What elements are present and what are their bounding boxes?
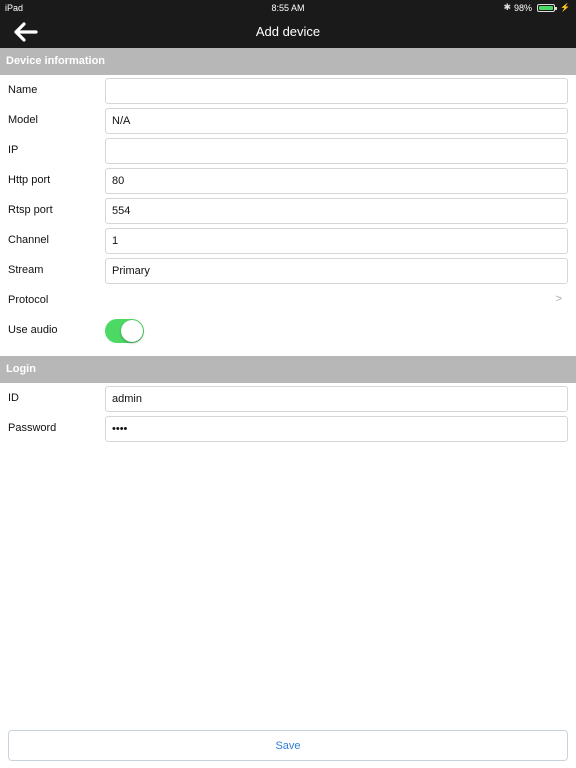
- charging-icon: ⚡: [560, 3, 570, 12]
- battery-icon: [537, 3, 558, 12]
- page-title: Add device: [255, 24, 321, 39]
- section-header-device-information: Device information: [0, 48, 576, 75]
- rtsp-port-field[interactable]: [105, 198, 568, 224]
- channel-label: Channel: [8, 234, 49, 246]
- id-field[interactable]: [105, 386, 568, 412]
- battery-fill: [539, 5, 553, 10]
- stream-label: Stream: [8, 264, 44, 276]
- ip-row: IP: [0, 136, 576, 166]
- status-time: 8:55 AM: [271, 3, 305, 13]
- use-audio-label: Use audio: [8, 324, 58, 336]
- stream-field[interactable]: [105, 258, 568, 284]
- use-audio-toggle[interactable]: [105, 319, 144, 343]
- password-field[interactable]: [105, 416, 568, 442]
- password-row: Password: [0, 414, 576, 444]
- ip-field[interactable]: [105, 138, 568, 164]
- id-label: ID: [8, 392, 19, 404]
- http-port-field[interactable]: [105, 168, 568, 194]
- name-field[interactable]: [105, 78, 568, 104]
- channel-field[interactable]: [105, 228, 568, 254]
- use-audio-row: Use audio: [0, 316, 576, 346]
- id-row: ID: [0, 384, 576, 414]
- rtsp-port-label: Rtsp port: [8, 204, 53, 216]
- chevron-right-icon: >: [555, 293, 562, 305]
- model-label: Model: [8, 114, 38, 126]
- status-bar: iPad 8:55 AM ✱ 98% ⚡: [0, 0, 576, 16]
- protocol-row[interactable]: Protocol >: [0, 286, 576, 316]
- name-label: Name: [8, 84, 38, 96]
- channel-row: Channel: [0, 226, 576, 256]
- navigation-bar: Add device: [0, 16, 576, 48]
- ip-label: IP: [8, 144, 19, 156]
- save-button[interactable]: Save: [8, 730, 568, 761]
- password-label: Password: [8, 422, 57, 434]
- status-right: ✱ 98% ⚡: [503, 2, 570, 13]
- section-header-login: Login: [0, 356, 576, 383]
- protocol-label: Protocol: [8, 294, 49, 306]
- name-row: Name: [0, 76, 576, 106]
- model-field[interactable]: [105, 108, 568, 134]
- rtsp-port-row: Rtsp port: [0, 196, 576, 226]
- http-port-label: Http port: [8, 174, 51, 186]
- bluetooth-icon: ✱: [503, 2, 512, 12]
- battery-percent: 98%: [514, 2, 533, 13]
- stream-row: Stream: [0, 256, 576, 286]
- toggle-knob: [121, 320, 143, 342]
- top-bar: iPad 8:55 AM ✱ 98% ⚡ Add device: [0, 0, 576, 48]
- model-row: Model: [0, 106, 576, 136]
- http-port-row: Http port: [0, 166, 576, 196]
